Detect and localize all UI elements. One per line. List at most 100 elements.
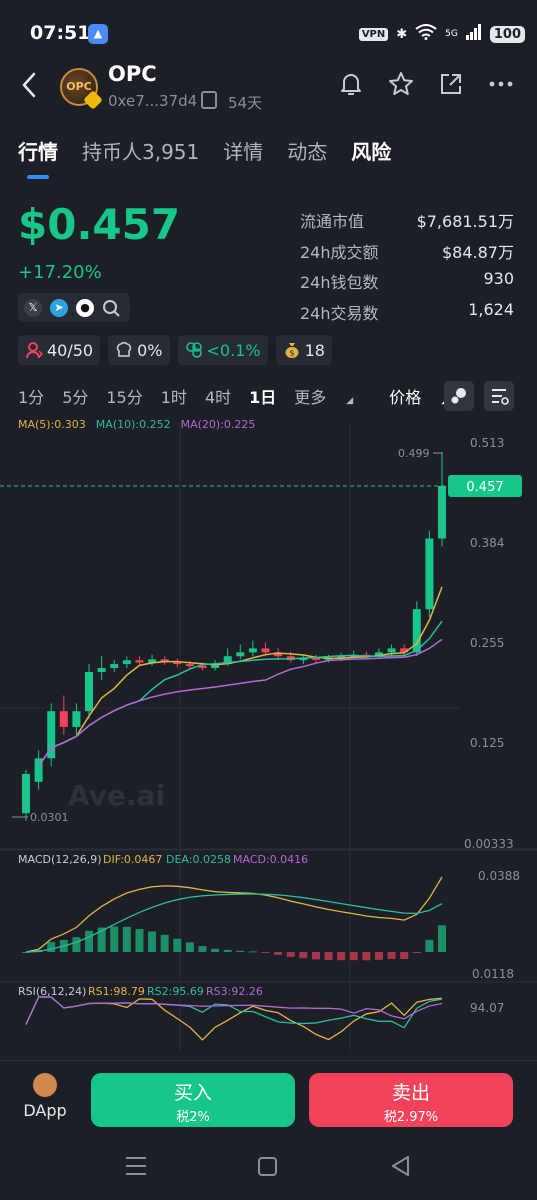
search-icon[interactable]: [102, 299, 120, 317]
bundle-chip[interactable]: <0.1%: [177, 335, 268, 365]
macd-dea-legend: DEA:0.0258: [166, 853, 231, 866]
interval-1m[interactable]: 1分: [18, 384, 44, 408]
social-links: 𝕏 ➤ ●: [18, 293, 130, 322]
macd-y-tick: 0.0388: [478, 869, 520, 883]
pancake-icon: [33, 1073, 57, 1097]
ma-lines-layer: [37, 586, 443, 767]
chart-settings-button[interactable]: [484, 381, 514, 411]
candle-body: [85, 671, 94, 712]
buy-button[interactable]: 买入 税2%: [91, 1073, 295, 1127]
interval-5m[interactable]: 5分: [62, 384, 88, 408]
tab-details[interactable]: 详情: [223, 136, 263, 165]
macd-y-tick: 0.0118: [472, 967, 514, 981]
macd-bar: [374, 952, 383, 960]
price-change: +17.20%: [18, 262, 102, 283]
bundle-chip-text: <0.1%: [206, 340, 261, 360]
rsi-title: RSI(6,12,24): [18, 985, 86, 998]
signal-icon: [465, 24, 482, 44]
candle-body: [425, 538, 434, 610]
candle-body: [72, 711, 81, 727]
recent-apps-icon[interactable]: [126, 1157, 146, 1175]
tab-market[interactable]: 行情: [18, 136, 58, 165]
tab-bar: 行情 持币人3,951 详情 动态 风险: [18, 136, 391, 165]
low-label: 0.0301: [30, 811, 69, 824]
macd-bar: [160, 934, 169, 952]
holder-icon: [25, 341, 44, 359]
macd-bar: [236, 950, 245, 952]
macd-bar: [148, 931, 157, 952]
back-button[interactable]: [20, 70, 44, 104]
macd-bar: [185, 942, 194, 952]
settings-list-icon: [492, 389, 509, 405]
token-age: 54天: [228, 94, 263, 112]
macd-value-legend: MACD:0.0416: [233, 853, 308, 866]
sell-button[interactable]: 卖出 税2.97%: [309, 1073, 513, 1127]
star-icon[interactable]: [387, 70, 415, 98]
macd-bar: [387, 952, 396, 959]
stat-value: $84.87万: [442, 242, 514, 262]
holder-chip[interactable]: 40/50: [18, 335, 101, 365]
rsi-layer: [25, 996, 443, 1041]
copy-icon[interactable]: [201, 91, 217, 109]
price-chart[interactable]: Ave.ai 0.513 0.384 0.255 0.125 0.00333 0…: [0, 412, 537, 1060]
candle-body: [438, 485, 446, 539]
candle-body: [59, 711, 68, 727]
candles-layer: [22, 452, 446, 821]
wifi-icon: [415, 24, 437, 44]
candle-body: [110, 664, 119, 669]
current-price: $0.457: [18, 200, 181, 249]
candle-body: [135, 660, 144, 663]
macd-layer: [22, 876, 446, 961]
interval-more-dropdown[interactable]: 更多 ◢: [294, 384, 371, 408]
active-tab-indicator: [27, 175, 49, 179]
x-twitter-icon[interactable]: 𝕏: [24, 298, 42, 317]
y-tick: 0.384: [470, 536, 504, 550]
interval-4h[interactable]: 4时: [205, 384, 231, 408]
buy-label: 买入: [173, 1082, 212, 1104]
bell-icon[interactable]: [337, 70, 365, 98]
status-bar: 07:51 ▲ VPN ✱ 5G 100: [0, 0, 537, 64]
telegram-icon[interactable]: ➤: [50, 298, 68, 317]
macd-bar: [400, 952, 409, 959]
chart-grid: [0, 422, 537, 1052]
chef-chip[interactable]: 0%: [108, 335, 170, 365]
stat-row: 24h成交额 $84.87万: [300, 239, 514, 270]
dapp-button[interactable]: DApp: [22, 1073, 68, 1120]
more-icon[interactable]: [487, 70, 515, 98]
vpn-badge: VPN: [358, 27, 389, 41]
sell-label: 卖出: [391, 1082, 430, 1104]
macd-bar: [362, 952, 371, 961]
header-actions: [337, 70, 515, 98]
macd-bar: [274, 952, 283, 955]
interval-selector: 1分 5分 15分 1时 4时 1日 更多 ◢ 价格 ◢: [18, 384, 484, 408]
interval-15m[interactable]: 15分: [106, 384, 142, 408]
home-icon[interactable]: [258, 1157, 277, 1176]
back-nav-icon[interactable]: [392, 1156, 409, 1176]
insider-chip[interactable]: $ 18: [275, 335, 332, 365]
qq-icon[interactable]: ●: [76, 298, 94, 317]
share-icon[interactable]: [437, 70, 465, 98]
macd-bar: [425, 939, 434, 952]
indicator-button[interactable]: [444, 381, 474, 411]
interval-1h[interactable]: 1时: [161, 384, 187, 408]
holder-chip-text: 40/50: [47, 340, 94, 360]
candle-body: [236, 652, 245, 657]
macd-bar: [223, 949, 232, 952]
token-stats: 流通市值 $7,681.51万 24h成交额 $84.87万 24h钱包数 930 2…: [300, 208, 514, 330]
stat-row: 24h钱包数 930: [300, 269, 514, 300]
bluetooth-icon: ✱: [396, 26, 408, 42]
stat-row: 24h交易数 1,624: [300, 300, 514, 331]
tab-holders[interactable]: 持币人3,951: [82, 136, 199, 165]
token-name: OPC: [108, 62, 157, 86]
interval-1d[interactable]: 1日: [249, 384, 276, 408]
rsi3-line: [25, 996, 443, 1025]
dropdown-triangle-icon: ◢: [346, 396, 354, 406]
network-label: 5G: [445, 29, 458, 39]
dapp-label: DApp: [23, 1101, 67, 1120]
macd-bar: [324, 952, 333, 960]
tab-activity[interactable]: 动态: [287, 136, 327, 165]
macd-bar: [248, 951, 257, 953]
tab-risk[interactable]: 风险: [351, 136, 391, 165]
macd-bar: [173, 938, 182, 952]
rsi2-legend: RS2:95.69: [147, 985, 204, 998]
